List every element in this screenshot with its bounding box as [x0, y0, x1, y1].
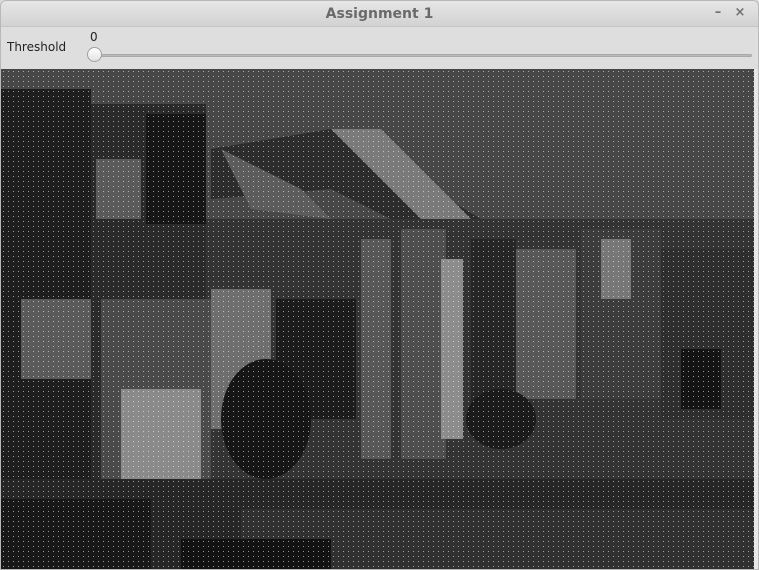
- window-title: Assignment 1: [325, 6, 434, 22]
- threshold-value: 0: [90, 30, 98, 44]
- app-window: Assignment 1 – × Threshold 0: [0, 0, 759, 570]
- close-button[interactable]: ×: [732, 5, 748, 21]
- title-bar[interactable]: Assignment 1 – ×: [1, 1, 758, 27]
- processed-image: [1, 69, 754, 569]
- threshold-toolbar: Threshold 0: [1, 27, 758, 69]
- image-canvas: [1, 69, 754, 569]
- threshold-label: Threshold: [7, 40, 67, 54]
- minimize-button[interactable]: –: [710, 5, 726, 21]
- image-edge-strip: [754, 69, 758, 569]
- threshold-slider-handle[interactable]: [87, 47, 102, 62]
- threshold-slider-track[interactable]: [93, 54, 752, 57]
